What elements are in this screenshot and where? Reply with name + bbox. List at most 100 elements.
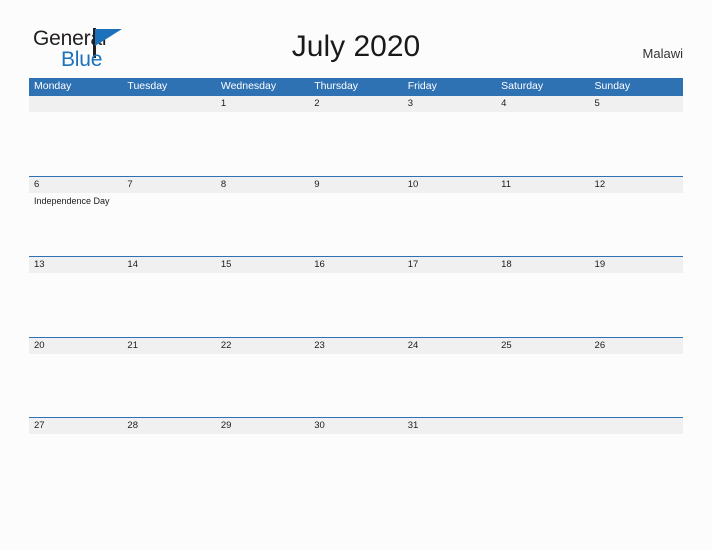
day-events-empty bbox=[403, 193, 496, 256]
day-number-17[interactable]: 17 bbox=[403, 257, 496, 273]
week-event-band bbox=[29, 434, 683, 497]
day-number-13[interactable]: 13 bbox=[29, 257, 122, 273]
week-event-band bbox=[29, 353, 683, 417]
day-events-empty bbox=[122, 112, 215, 175]
day-number-11[interactable]: 11 bbox=[496, 177, 589, 193]
page-title: July 2020 bbox=[291, 30, 421, 63]
day-events-empty bbox=[29, 434, 122, 497]
day-number-31[interactable]: 31 bbox=[403, 418, 496, 434]
day-events-empty bbox=[309, 112, 402, 175]
day-number-2[interactable]: 2 bbox=[309, 96, 402, 112]
day-events-empty bbox=[309, 354, 402, 417]
day-number-1[interactable]: 1 bbox=[216, 96, 309, 112]
day-events-empty bbox=[403, 434, 496, 497]
page-header: General Blue July 2020 Malawi bbox=[0, 0, 712, 78]
day-events-empty bbox=[309, 434, 402, 497]
day-number-25[interactable]: 25 bbox=[496, 338, 589, 354]
day-number-18[interactable]: 18 bbox=[496, 257, 589, 273]
day-events-empty bbox=[496, 354, 589, 417]
day-number-21[interactable]: 21 bbox=[122, 338, 215, 354]
day-number-20[interactable]: 20 bbox=[29, 338, 122, 354]
calendar-week-row: 13 14 15 16 17 18 19 bbox=[29, 256, 683, 337]
day-events-empty bbox=[216, 112, 309, 175]
day-number-22[interactable]: 22 bbox=[216, 338, 309, 354]
day-events-empty bbox=[403, 273, 496, 336]
day-events-empty bbox=[590, 273, 683, 336]
calendar-week-row: 12345 bbox=[29, 95, 683, 176]
day-number-29[interactable]: 29 bbox=[216, 418, 309, 434]
calendar-grid: Monday Tuesday Wednesday Thursday Friday Satu… bbox=[29, 78, 683, 498]
day-number-4[interactable]: 4 bbox=[496, 96, 589, 112]
day-events-empty bbox=[29, 273, 122, 336]
country-label: Malawi bbox=[642, 46, 683, 61]
day-events-empty bbox=[216, 193, 309, 256]
day-events-empty bbox=[590, 193, 683, 256]
day-number-14[interactable]: 14 bbox=[122, 257, 215, 273]
weekday-header-thursday: Thursday bbox=[314, 80, 359, 92]
weekday-header-wednesday: Wednesday bbox=[220, 80, 277, 92]
day-events-empty bbox=[29, 112, 122, 175]
day-events-empty bbox=[122, 273, 215, 336]
day-events-6[interactable]: Independence Day bbox=[29, 193, 122, 256]
day-number-8[interactable]: 8 bbox=[216, 177, 309, 193]
day-number-empty bbox=[496, 418, 589, 434]
day-number-empty bbox=[29, 96, 122, 112]
week-date-band: 13 14 15 16 17 18 19 bbox=[29, 256, 683, 273]
weekday-header-sunday: Sunday bbox=[594, 80, 631, 92]
day-events-empty bbox=[216, 273, 309, 336]
day-events-empty bbox=[309, 193, 402, 256]
day-events-empty bbox=[590, 112, 683, 175]
calendar-week-row: 20 21 22 23 24 25 26 bbox=[29, 336, 683, 418]
week-date-band: 27 28 29 30 31 bbox=[29, 417, 683, 434]
week-date-band: 6 7 8 9 10 11 12 bbox=[29, 175, 683, 193]
weekday-header-tuesday: Tuesday bbox=[127, 80, 168, 92]
weekday-header-saturday: Saturday bbox=[501, 80, 544, 92]
day-events-empty bbox=[122, 193, 215, 256]
day-number-23[interactable]: 23 bbox=[309, 338, 402, 354]
day-number-15[interactable]: 15 bbox=[216, 257, 309, 273]
day-number-6[interactable]: 6 bbox=[29, 177, 122, 193]
day-number-3[interactable]: 3 bbox=[403, 96, 496, 112]
weekday-header-row: Monday Tuesday Wednesday Thursday Friday Satu… bbox=[29, 78, 683, 95]
day-events-empty bbox=[403, 354, 496, 417]
day-number-19[interactable]: 19 bbox=[590, 257, 683, 273]
day-events-empty bbox=[496, 193, 589, 256]
day-events-empty bbox=[309, 273, 402, 336]
day-number-12[interactable]: 12 bbox=[590, 177, 683, 193]
day-number-16[interactable]: 16 bbox=[309, 257, 402, 273]
day-events-empty bbox=[496, 273, 589, 336]
day-number-24[interactable]: 24 bbox=[403, 338, 496, 354]
week-event-band bbox=[29, 273, 683, 336]
weekday-header-friday: Friday bbox=[407, 80, 437, 92]
day-number-9[interactable]: 9 bbox=[309, 177, 402, 193]
day-events-empty bbox=[216, 434, 309, 497]
day-number-30[interactable]: 30 bbox=[309, 418, 402, 434]
weekday-header-monday: Monday bbox=[34, 80, 72, 92]
day-number-27[interactable]: 27 bbox=[29, 418, 122, 434]
day-number-26[interactable]: 26 bbox=[590, 338, 683, 354]
week-date-band: 20 21 22 23 24 25 26 bbox=[29, 336, 683, 354]
week-event-band: Independence Day bbox=[29, 192, 683, 256]
calendar-week-row: 6 7 8 9 10 11 12 Independence Day bbox=[29, 175, 683, 257]
day-events-empty bbox=[122, 354, 215, 417]
week-event-band bbox=[29, 112, 683, 175]
day-events-empty bbox=[590, 434, 683, 497]
day-events-empty bbox=[590, 354, 683, 417]
day-number-empty bbox=[590, 418, 683, 434]
day-events-empty bbox=[122, 434, 215, 497]
day-number-28[interactable]: 28 bbox=[122, 418, 215, 434]
calendar-week-row: 27 28 29 30 31 bbox=[29, 417, 683, 498]
holiday-label: Independence Day bbox=[34, 195, 110, 206]
calendar-page: General Blue July 2020 Malawi Monday Tues… bbox=[0, 0, 712, 550]
calendar-weeks: 1 2 3 4 5 6 7 8 9 10 11 12 Independence Day 13 14 15 16 1… bbox=[29, 95, 683, 498]
day-events-empty bbox=[403, 112, 496, 175]
day-number-10[interactable]: 10 bbox=[403, 177, 496, 193]
day-number-5[interactable]: 5 bbox=[590, 96, 683, 112]
day-events-empty bbox=[496, 434, 589, 497]
day-number-empty bbox=[122, 96, 215, 112]
day-number-7[interactable]: 7 bbox=[122, 177, 215, 193]
day-events-empty bbox=[29, 354, 122, 417]
day-events-empty bbox=[496, 112, 589, 175]
week-date-band: 12345 bbox=[29, 95, 683, 112]
day-events-empty bbox=[216, 354, 309, 417]
